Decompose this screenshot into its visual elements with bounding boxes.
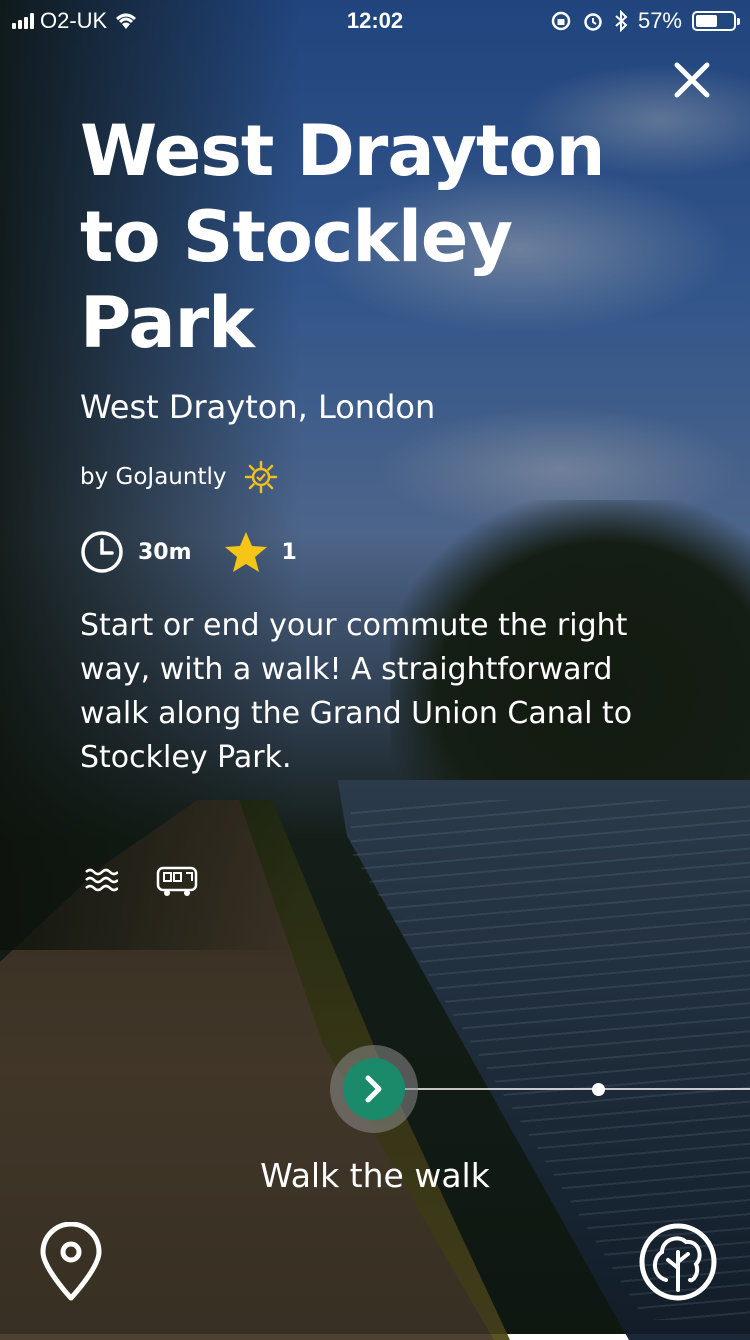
chevron-right-icon (365, 1075, 382, 1103)
sun-icon (245, 460, 278, 494)
water-waves-icon (85, 868, 118, 892)
battery-icon (692, 11, 740, 31)
slider-knob-inner[interactable] (343, 1058, 405, 1120)
close-icon[interactable] (674, 62, 710, 98)
status-bar: O2-UK 12:02 57% (0, 0, 750, 40)
rating-stat: 1 (224, 531, 297, 573)
rotation-lock-icon (551, 11, 571, 31)
slider-knob[interactable] (330, 1045, 418, 1133)
star-icon (224, 532, 267, 572)
battery-percent: 57% (637, 8, 682, 33)
clock-icon (81, 531, 123, 573)
walk-author-row: by GoJauntly (80, 460, 278, 494)
duration-stat: 30m (80, 530, 192, 574)
walk-the-walk-label: Walk the walk (260, 1156, 490, 1195)
walk-author: by GoJauntly (80, 464, 227, 490)
bluetooth-icon (615, 10, 628, 32)
walk-tags (84, 866, 198, 898)
slider-end-dot (592, 1083, 605, 1096)
status-right: 57% (550, 8, 740, 34)
tree-icon[interactable] (638, 1222, 718, 1302)
walk-location: West Drayton, London (80, 388, 436, 426)
walk-stats: 30m 1 (80, 530, 329, 574)
walk-description: Start or end your commute the right way,… (80, 608, 633, 775)
slider-track (400, 1088, 750, 1090)
duration-value: 30m (138, 539, 192, 565)
rating-value: 1 (281, 539, 297, 565)
walk-title: West Drayton to Stockley Park (80, 110, 605, 364)
alarm-icon (584, 13, 602, 31)
battery-fill (696, 15, 717, 27)
walk-slider[interactable] (330, 1045, 750, 1135)
train-icon (156, 866, 198, 896)
map-pin-icon[interactable] (38, 1222, 104, 1302)
battery-nub (737, 18, 740, 25)
